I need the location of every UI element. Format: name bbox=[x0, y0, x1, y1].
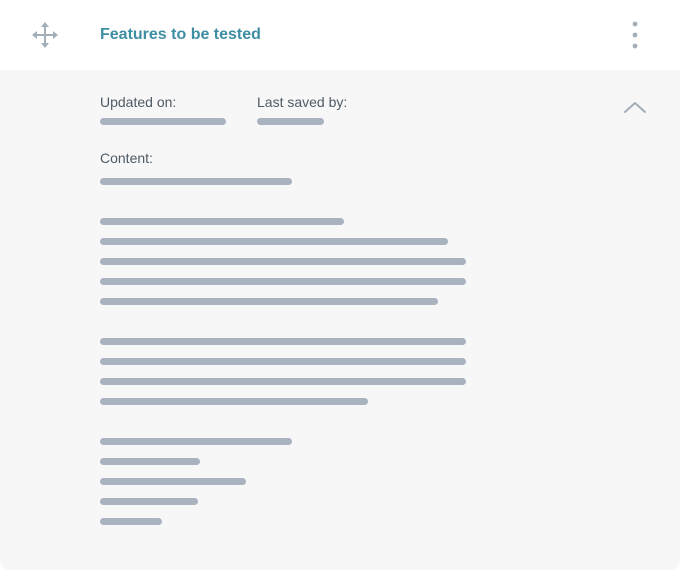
last-saved-by-value-placeholder bbox=[257, 118, 324, 125]
card-header: Features to be tested bbox=[0, 0, 680, 70]
document-card: Features to be tested Updated on: Last s… bbox=[0, 0, 680, 570]
content-line-placeholder bbox=[100, 378, 466, 385]
content-line-placeholder bbox=[100, 518, 162, 525]
content-line-placeholder bbox=[100, 218, 344, 225]
content-line-placeholder bbox=[100, 358, 466, 365]
content-line-placeholder bbox=[100, 278, 466, 285]
content-label: Content: bbox=[100, 150, 153, 166]
content-line-placeholder bbox=[100, 238, 448, 245]
content-line-placeholder bbox=[100, 478, 246, 485]
card-body: Updated on: Last saved by: Content: bbox=[0, 70, 680, 570]
content-line-placeholder bbox=[100, 438, 292, 445]
last-saved-by-label: Last saved by: bbox=[257, 94, 348, 110]
card-title: Features to be tested bbox=[100, 26, 261, 43]
content-line-placeholder bbox=[100, 398, 368, 405]
content-line-placeholder bbox=[100, 178, 292, 185]
content-line-placeholder bbox=[100, 298, 438, 305]
vertical-ellipsis-icon[interactable] bbox=[625, 20, 645, 50]
content-line-placeholder bbox=[100, 498, 198, 505]
content-line-placeholder bbox=[100, 458, 200, 465]
content-line-placeholder bbox=[100, 258, 466, 265]
content-line-placeholder bbox=[100, 338, 466, 345]
chevron-up-icon[interactable] bbox=[622, 98, 648, 116]
updated-on-label: Updated on: bbox=[100, 94, 177, 110]
move-arrows-icon[interactable] bbox=[31, 21, 59, 49]
updated-on-value-placeholder bbox=[100, 118, 226, 125]
